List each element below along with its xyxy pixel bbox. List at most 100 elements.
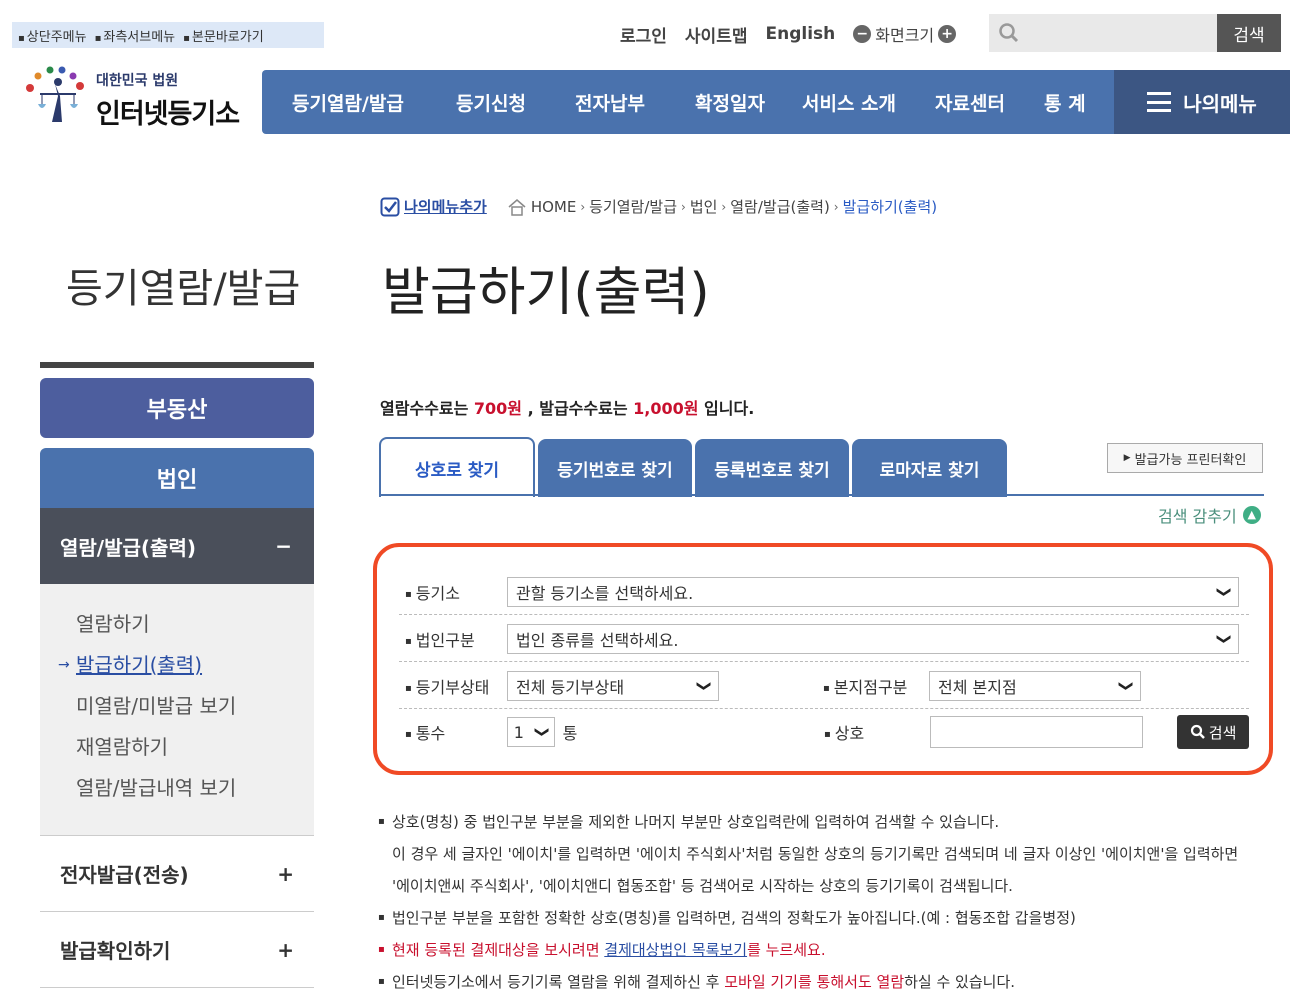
branch-label: 본지점구분 xyxy=(817,674,929,698)
hide-search-toggle[interactable]: 검색 감추기 ▲ xyxy=(1158,503,1261,527)
section-title: 등기열람/발급 xyxy=(66,266,301,312)
my-menu-label: 나의메뉴 xyxy=(1183,91,1257,116)
form-search-button[interactable]: 검색 xyxy=(1177,715,1249,749)
side-nav-item-view[interactable]: 열람하기 xyxy=(40,604,314,645)
home-icon xyxy=(508,198,526,216)
note-item-payment: 현재 등록된 결제대상을 보시려면 결제대상법인 목록보기를 누르세요. xyxy=(378,934,1278,966)
expand-icon[interactable]: + xyxy=(277,862,294,886)
note-item-mobile: 인터넷등기소에서 등기기록 열람을 위해 결제하신 후 모바일 기기를 통해서도… xyxy=(378,966,1278,998)
status-select[interactable]: 전체 등기부상태 ❯ xyxy=(507,670,719,701)
skip-links: 상단주메뉴 좌측서브메뉴 본문바로가기 xyxy=(12,22,324,48)
fee-text: 열람수수료는 xyxy=(380,399,474,418)
side-nav-view-issue[interactable]: 열람/발급(출력) − xyxy=(40,508,314,584)
search-tabs: 상호로 찾기 등기번호로 찾기 등록번호로 찾기 로마자로 찾기 xyxy=(379,437,1010,497)
name-input[interactable] xyxy=(929,716,1144,748)
view-fee: 700원 xyxy=(473,399,523,418)
note-item: 법인구분 부분을 포함한 정확한 상호(명칭)를 입력하면, 검색의 정확도가 … xyxy=(378,902,1278,934)
note-text: 인터넷등기소에서 등기기록 열람을 위해 결제하신 후 xyxy=(392,973,725,991)
side-nav-issue-confirm-label: 발급확인하기 xyxy=(60,939,171,963)
printer-check-button[interactable]: ▶ 발급가능 프린터확인 xyxy=(1107,443,1263,473)
form-search-label: 검색 xyxy=(1208,723,1237,742)
breadcrumb-home[interactable]: HOME xyxy=(531,198,577,216)
chevron-down-icon: ❯ xyxy=(1216,632,1233,645)
hamburger-icon xyxy=(1147,92,1172,112)
breadcrumb-view-issue[interactable]: 열람/발급(출력) xyxy=(730,196,830,217)
chevron-up-icon: ▲ xyxy=(1242,506,1261,524)
tab-by-name[interactable]: 상호로 찾기 xyxy=(379,437,535,497)
side-nav-corporation[interactable]: 법인 xyxy=(40,448,314,508)
logo-title: 인터넷등기소 xyxy=(96,99,240,130)
search-input[interactable] xyxy=(1029,14,1217,52)
skip-link-main-menu[interactable]: 상단주메뉴 xyxy=(18,26,87,45)
corp-type-select-value: 법인 종류를 선택하세요. xyxy=(516,630,679,650)
fee-text: 입니다. xyxy=(698,399,755,418)
add-my-menu-link[interactable]: 나의메뉴추가 xyxy=(380,196,487,217)
side-nav-e-issue-label: 전자발급(전송) xyxy=(60,863,189,887)
copies-unit: 통 xyxy=(562,724,578,743)
registry-select[interactable]: 관할 등기소를 선택하세요. ❯ xyxy=(507,576,1239,607)
tab-by-registry-number[interactable]: 등기번호로 찾기 xyxy=(538,439,692,497)
expand-icon[interactable]: + xyxy=(277,938,294,962)
search-form: 등기소 관할 등기소를 선택하세요.❯ 법인구분 법인 종류를 선택하세요.❯ … xyxy=(373,543,1273,775)
skip-link-content[interactable]: 본문바로가기 xyxy=(183,26,264,45)
logo-subtitle: 대한민국 법원 xyxy=(96,73,179,89)
branch-select-value: 전체 본지점 xyxy=(938,677,1017,697)
status-label: 등기부상태 xyxy=(399,674,507,698)
search-icon xyxy=(1190,724,1205,739)
status-select-value: 전체 등기부상태 xyxy=(516,677,625,697)
tab-by-roman[interactable]: 로마자로 찾기 xyxy=(852,439,1007,497)
utility-nav: 로그인 사이트맵 English − 화면크기 + xyxy=(620,20,957,48)
search-notes: 상호(명칭) 중 법인구분 부분을 제외한 나머지 부분만 상호입력란에 입력하… xyxy=(378,806,1278,998)
gnb-item-e-payment[interactable]: 전자납부 xyxy=(575,89,645,116)
corp-type-label: 법인구분 xyxy=(399,627,507,651)
site-logo[interactable]: 대한민국 법원 인터넷등기소 xyxy=(18,58,240,138)
note-text: 를 누르세요. xyxy=(747,941,826,959)
skip-link-sub-menu[interactable]: 좌측서브메뉴 xyxy=(95,26,175,45)
copies-select-value: 1 xyxy=(513,722,524,742)
side-nav-issue-confirm[interactable]: 발급확인하기 + xyxy=(40,911,314,987)
side-nav-item-history[interactable]: 열람/발급내역 보기 xyxy=(40,768,314,809)
chevron-down-icon: ❯ xyxy=(1118,679,1135,692)
note-continuation: '에이치앤씨 주식회사', '에이치앤디 협동조합' 등 검색어로 시작하는 상… xyxy=(392,877,1013,895)
gnb-item-fixed-date[interactable]: 확정일자 xyxy=(695,89,765,116)
form-row-status: 등기부상태 전체 등기부상태 ❯ 본지점구분 전체 본지점 ❯ xyxy=(399,663,1249,709)
side-nav-item-unviewed[interactable]: 미열람/미발급 보기 xyxy=(40,686,314,727)
gnb-item-registry-view[interactable]: 등기열람/발급 xyxy=(292,89,404,116)
search-button[interactable]: 검색 xyxy=(1217,14,1281,52)
zoom-out-icon[interactable]: − xyxy=(853,25,872,43)
divider xyxy=(40,987,314,988)
add-my-menu-label: 나의메뉴추가 xyxy=(404,198,487,216)
zoom-label: 화면크기 xyxy=(875,26,935,45)
zoom-in-icon[interactable]: + xyxy=(938,25,957,43)
login-link[interactable]: 로그인 xyxy=(620,22,667,47)
side-nav-item-issue[interactable]: 발급하기(출력) xyxy=(40,645,314,686)
side-nav-e-issue[interactable]: 전자발급(전송) + xyxy=(40,835,314,911)
english-link[interactable]: English xyxy=(765,24,835,44)
collapse-icon[interactable]: − xyxy=(275,534,292,558)
note-highlight: 모바일 기기를 통해서도 열람 xyxy=(724,973,905,991)
branch-select[interactable]: 전체 본지점 ❯ xyxy=(929,670,1141,701)
sitemap-link[interactable]: 사이트맵 xyxy=(685,22,748,47)
side-nav: 부동산 법인 열람/발급(출력) − 열람하기 발급하기(출력) 미열람/미발급… xyxy=(40,362,314,988)
tab-by-registration-number[interactable]: 등록번호로 찾기 xyxy=(695,439,849,497)
copies-select[interactable]: 1 ❯ xyxy=(506,717,555,747)
breadcrumb: 나의메뉴추가 HOME › 등기열람/발급 › 법인 › 열람/발급(출력) ›… xyxy=(380,196,937,217)
court-emblem-icon xyxy=(18,58,98,138)
gnb-item-data-center[interactable]: 자료센터 xyxy=(935,89,1005,116)
top-search: 검색 xyxy=(989,14,1281,52)
search-icon xyxy=(989,14,1029,52)
breadcrumb-corporation[interactable]: 법인 xyxy=(690,196,718,217)
gnb-item-service-intro[interactable]: 서비스 소개 xyxy=(802,89,896,116)
side-nav-real-estate[interactable]: 부동산 xyxy=(40,378,314,438)
note-continuation: 이 경우 세 글자인 '에이치'를 입력하면 '에이치 주식회사'처럼 동일한 … xyxy=(392,845,1239,863)
gnb-item-statistics[interactable]: 통 계 xyxy=(1044,89,1086,116)
side-nav-item-review[interactable]: 재열람하기 xyxy=(40,727,314,768)
note-text: 하실 수 있습니다. xyxy=(904,973,1016,991)
my-menu-button[interactable]: 나의메뉴 xyxy=(1114,70,1290,134)
corp-type-select[interactable]: 법인 종류를 선택하세요. ❯ xyxy=(507,623,1239,654)
note-text: 현재 등록된 결제대상을 보시려면 xyxy=(392,941,605,959)
gnb-item-registry-apply[interactable]: 등기신청 xyxy=(456,89,526,116)
triangle-right-icon: ▶ xyxy=(1123,453,1131,463)
breadcrumb-registry-view[interactable]: 등기열람/발급 xyxy=(589,196,677,217)
payment-list-link[interactable]: 결제대상법인 목록보기 xyxy=(604,941,747,959)
